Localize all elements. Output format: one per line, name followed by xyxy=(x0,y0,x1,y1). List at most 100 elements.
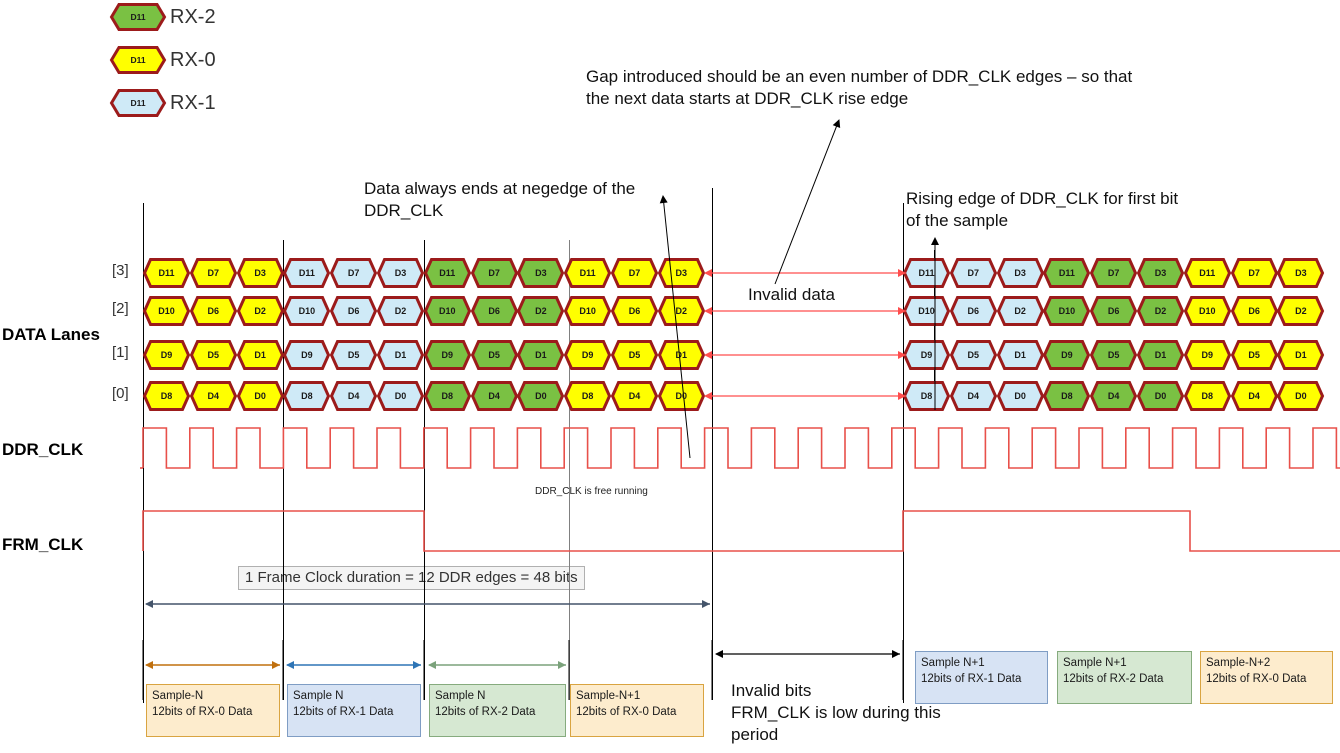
data-cell-text: D3 xyxy=(1295,267,1307,278)
data-cell-text: D11 xyxy=(1058,267,1075,278)
data-cell-text: D5 xyxy=(1107,349,1120,360)
data-cell-text: D3 xyxy=(254,267,266,278)
negedge-leader-line xyxy=(659,195,691,459)
data-cell-text: D7 xyxy=(1107,267,1120,278)
data-cell-text: D5 xyxy=(207,349,220,360)
data-cell-text: D1 xyxy=(1154,349,1167,360)
data-cell-text: D3 xyxy=(1014,267,1026,278)
sample-box-title: Sample N xyxy=(435,690,486,702)
sample-box-title: Sample N+1 xyxy=(921,657,985,669)
sample-box-right-0: Sample N+1 12bits of RX-1 Data xyxy=(915,651,1048,704)
data-cell-text: D6 xyxy=(1107,305,1120,316)
data-cell-text: D0 xyxy=(1154,390,1167,401)
data-cell-text: D10 xyxy=(918,305,935,316)
data-cell-text: D11 xyxy=(918,267,935,278)
data-cell-text: D1 xyxy=(535,349,547,360)
data-cell-text: D2 xyxy=(1154,305,1167,316)
data-cell-text: D8 xyxy=(920,390,933,401)
data-cell-text: D6 xyxy=(628,305,641,316)
waveform-layer xyxy=(140,119,1340,700)
data-cell-text: D0 xyxy=(254,390,266,401)
sample-box-right-1: Sample N+1 12bits of RX-2 Data xyxy=(1057,651,1192,704)
data-cell-text: D4 xyxy=(967,390,980,401)
data-cell-text: D9 xyxy=(581,349,594,360)
sample-box-left-0: Sample-N 12bits of RX-0 Data xyxy=(146,684,280,737)
sample-box-right-2: Sample-N+2 12bits of RX-0 Data xyxy=(1200,651,1333,704)
data-cell-text: D7 xyxy=(1248,267,1260,278)
data-cell-text: D5 xyxy=(347,349,360,360)
data-cell-text: D0 xyxy=(535,390,547,401)
data-cell-text: D10 xyxy=(158,305,175,316)
sample-box-detail: 12bits of RX-1 Data xyxy=(921,672,1022,685)
data-cell-text: D7 xyxy=(207,267,220,278)
data-cell-text: D10 xyxy=(298,305,316,316)
sample-box-title: Sample N xyxy=(293,690,344,702)
data-cell-text: D2 xyxy=(1295,305,1307,316)
data-cell-text: D5 xyxy=(628,349,641,360)
data-cell-text: D11 xyxy=(158,267,175,278)
data-cell-text: D0 xyxy=(1014,390,1026,401)
data-cell-text: D6 xyxy=(488,305,500,316)
data-cell-text: D3 xyxy=(1154,267,1167,278)
data-cell-text: D4 xyxy=(347,390,360,401)
data-cell-text: D11 xyxy=(1199,267,1216,278)
data-cell-text: D9 xyxy=(1201,349,1214,360)
sample-box-title: Sample-N+1 xyxy=(576,690,641,702)
sample-box-title: Sample N+1 xyxy=(1063,657,1127,669)
data-cell-text: D8 xyxy=(1201,390,1214,401)
data-cell-text: D3 xyxy=(394,267,407,278)
data-cell-text: D1 xyxy=(254,349,266,360)
data-cell-text: D2 xyxy=(254,305,266,316)
data-cell-text: D9 xyxy=(160,349,173,360)
data-cell-text: D2 xyxy=(675,305,688,316)
data-cell-text: D11 xyxy=(298,267,315,278)
data-cell-text: D7 xyxy=(347,267,360,278)
data-cell-text: D10 xyxy=(1199,305,1216,316)
data-cell-text: D8 xyxy=(1061,390,1073,401)
sample-box-title: Sample-N+2 xyxy=(1206,657,1271,669)
data-cell-text: D11 xyxy=(439,267,456,278)
data-cell-text: D10 xyxy=(1058,305,1076,316)
data-cell-text: D6 xyxy=(1248,305,1260,316)
data-cell-text: D10 xyxy=(579,305,596,316)
sample-box-detail: 12bits of RX-1 Data xyxy=(293,705,394,718)
data-cell-text: D4 xyxy=(1107,390,1120,401)
data-cell-text: D8 xyxy=(441,390,454,401)
data-cell-text: D2 xyxy=(1014,305,1026,316)
sample-box-left-2: Sample N 12bits of RX-2 Data xyxy=(429,684,566,737)
data-cell-text: D2 xyxy=(535,305,547,316)
data-cell-text: D3 xyxy=(535,267,547,278)
data-cell-text: D10 xyxy=(439,305,456,316)
data-cell-text: D4 xyxy=(1248,390,1260,401)
data-cell-text: D0 xyxy=(675,390,688,401)
data-cell-text: D6 xyxy=(967,305,980,316)
data-cell-text: D11 xyxy=(579,267,596,278)
data-cell-text: D4 xyxy=(207,390,220,401)
data-cell-text: D3 xyxy=(675,267,688,278)
data-cell-text: D9 xyxy=(1061,349,1073,360)
sample-box-detail: 12bits of RX-2 Data xyxy=(435,705,536,718)
data-cell-text: D1 xyxy=(1014,349,1026,360)
data-cell-text: D1 xyxy=(394,349,407,360)
sample-box-detail: 12bits of RX-0 Data xyxy=(576,705,677,718)
data-cell-text: D9 xyxy=(441,349,454,360)
data-cell-text: D5 xyxy=(1248,349,1260,360)
data-cell-text: D2 xyxy=(394,305,407,316)
data-cell-text: D1 xyxy=(675,349,688,360)
frm-clk-waveform xyxy=(142,510,1340,552)
data-cell-text: D7 xyxy=(488,267,500,278)
data-cell-text: D9 xyxy=(920,349,933,360)
data-cell-text: D7 xyxy=(967,267,980,278)
data-cell-text: D0 xyxy=(394,390,407,401)
data-cell-text: D7 xyxy=(628,267,641,278)
data-cell-text: D5 xyxy=(967,349,980,360)
data-cell-text: D8 xyxy=(160,390,173,401)
sample-box-title: Sample-N xyxy=(152,690,204,702)
sample-box-left-1: Sample N 12bits of RX-1 Data xyxy=(287,684,421,737)
data-cell-text: D1 xyxy=(1295,349,1307,360)
sample-box-detail: 12bits of RX-2 Data xyxy=(1063,672,1164,685)
ddr-clk-waveform xyxy=(142,427,1340,469)
sample-box-detail: 12bits of RX-0 Data xyxy=(1206,672,1307,685)
data-cell-text: D6 xyxy=(347,305,360,316)
data-cell-text: D4 xyxy=(628,390,641,401)
